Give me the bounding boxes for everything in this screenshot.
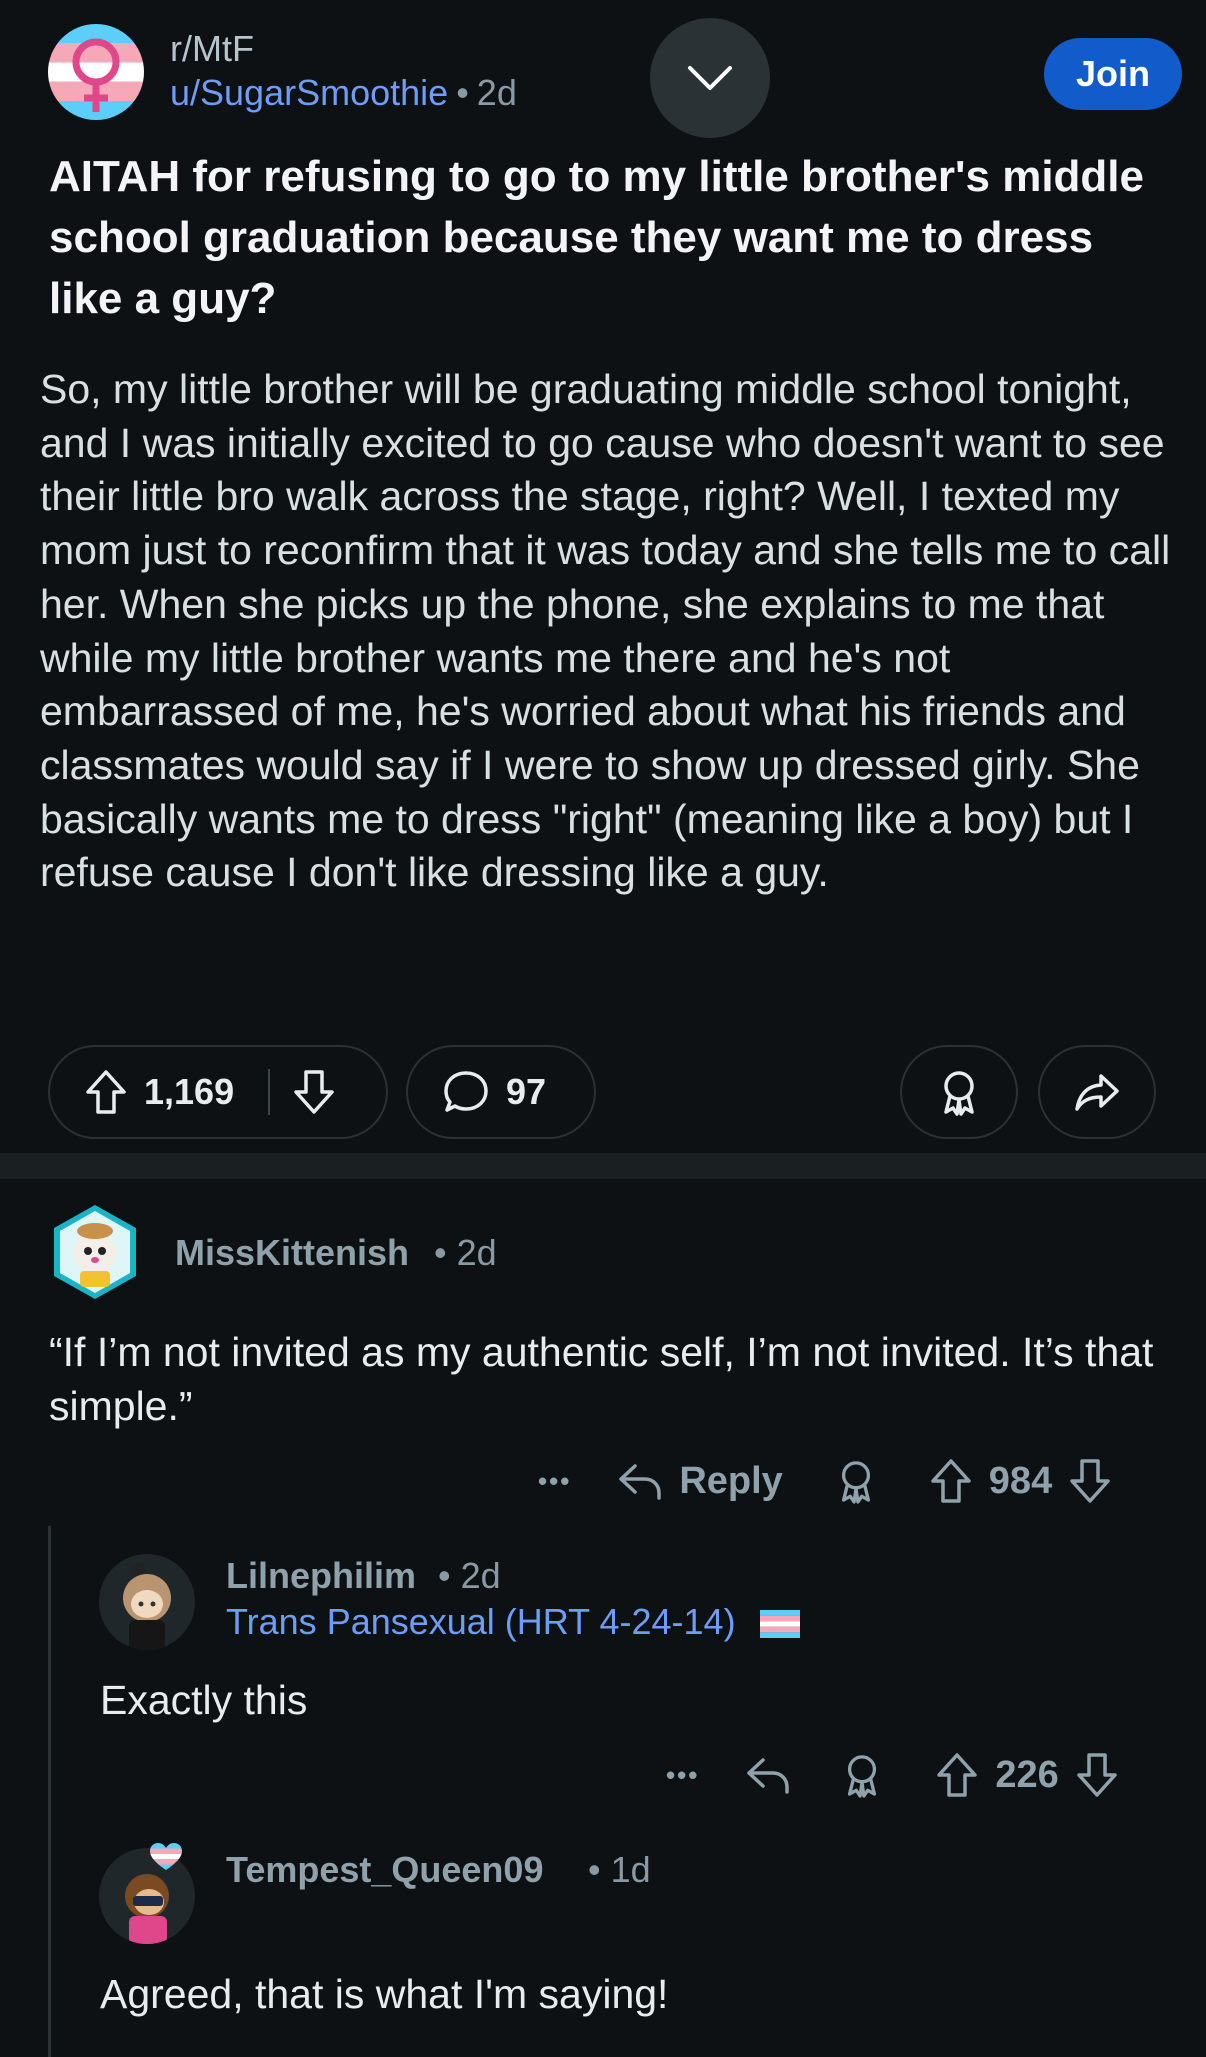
user-flair: Trans Pansexual (HRT 4-24-14) [226,1601,800,1643]
vote-divider [268,1069,271,1115]
comment-age: • 2d [438,1555,501,1597]
reply-button[interactable]: Reply [679,1460,782,1503]
chevron-down-icon [688,66,732,90]
more-options-button[interactable]: ••• [666,1760,699,1791]
reply-icon[interactable] [745,1754,791,1796]
upvote-count: 1,169 [144,1071,235,1112]
comment-age: • 1d [588,1849,651,1891]
comment-score: 984 [988,1459,1053,1502]
upvote-icon[interactable] [929,1458,973,1504]
subreddit-avatar[interactable] [48,24,144,120]
comment-score: 226 [995,1753,1059,1796]
award-icon[interactable] [835,1458,877,1504]
thread-line[interactable] [48,1526,51,2057]
separator-dot: • [588,1849,601,1890]
reddit-thread-page: r/MtF u/SugarSmoothie • 2d Join AITAH for … [0,0,1206,2057]
separator-dot: • [434,1232,447,1273]
downvote-icon[interactable] [1068,1458,1112,1504]
post-header: r/MtF u/SugarSmoothie • 2d Join [48,24,1182,124]
comments-button[interactable]: 97 [406,1045,596,1139]
upvote-icon[interactable] [935,1752,979,1798]
comment-text: “If I’m not invited as my authentic self… [49,1329,1154,1429]
user-flair-text: Trans Pansexual (HRT 4-24-14) [226,1601,736,1642]
award-button[interactable] [900,1045,1018,1139]
commenter-avatar[interactable] [99,1554,195,1650]
comment-action-row: ••• 226 [666,1750,1119,1800]
downvote-icon[interactable] [292,1069,336,1115]
award-icon[interactable] [841,1752,883,1798]
separator-dot: • [456,72,469,113]
female-symbol-icon [72,38,120,112]
section-divider [0,1153,1206,1179]
comment-text: Agreed, that is what I'm saying! [100,1971,669,2017]
trans-flag-icon [759,1610,800,1639]
downvote-icon[interactable] [1075,1752,1119,1798]
more-options-button[interactable]: ••• [538,1466,571,1497]
comment-username[interactable]: Lilnephilim [226,1555,416,1597]
comment-username[interactable]: MissKittenish [175,1232,409,1274]
author-line: u/SugarSmoothie • 2d [170,72,517,114]
commenter-avatar[interactable] [50,1203,140,1306]
collapse-button[interactable] [650,18,770,138]
comment-age: • 2d [434,1232,497,1274]
comment-icon [442,1069,490,1115]
share-icon [1073,1070,1121,1114]
award-icon [937,1068,981,1116]
comment-username[interactable]: Tempest_Queen09 [226,1849,543,1891]
subreddit-name[interactable]: r/MtF [170,28,254,70]
comment-count: 97 [506,1071,547,1112]
comment-age-value: 2d [460,1555,501,1596]
share-button[interactable] [1038,1045,1156,1139]
join-button[interactable]: Join [1044,38,1182,110]
separator-dot: • [438,1555,451,1596]
upvote-icon[interactable] [84,1069,128,1115]
reply-icon[interactable] [617,1460,663,1502]
author-name[interactable]: u/SugarSmoothie [170,72,448,113]
comment-text: Exactly this [100,1677,308,1723]
comment-age-value: 2d [456,1232,497,1273]
post-body: So, my little brother will be graduating… [40,366,1171,896]
vote-bar: 1,169 [48,1045,388,1139]
comment-action-row: ••• Reply 984 [538,1456,1112,1506]
post-age: 2d [476,72,517,113]
heart-flair-icon [150,1843,182,1870]
post-title[interactable]: AITAH for refusing to go to my little br… [49,146,1159,329]
comment-age-value: 1d [610,1849,651,1890]
